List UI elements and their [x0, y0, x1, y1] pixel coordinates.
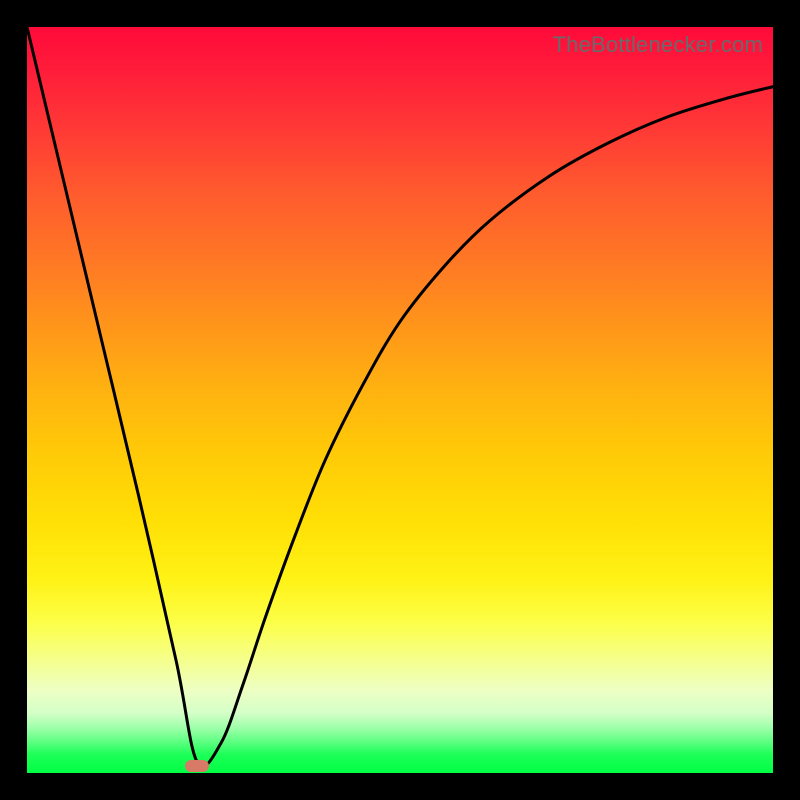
chart-frame: TheBottlenecker.com — [0, 0, 800, 800]
curve-svg — [27, 27, 773, 773]
plot-area: TheBottlenecker.com — [27, 27, 773, 773]
bottleneck-curve — [27, 27, 773, 767]
optimal-point-marker — [185, 760, 209, 772]
